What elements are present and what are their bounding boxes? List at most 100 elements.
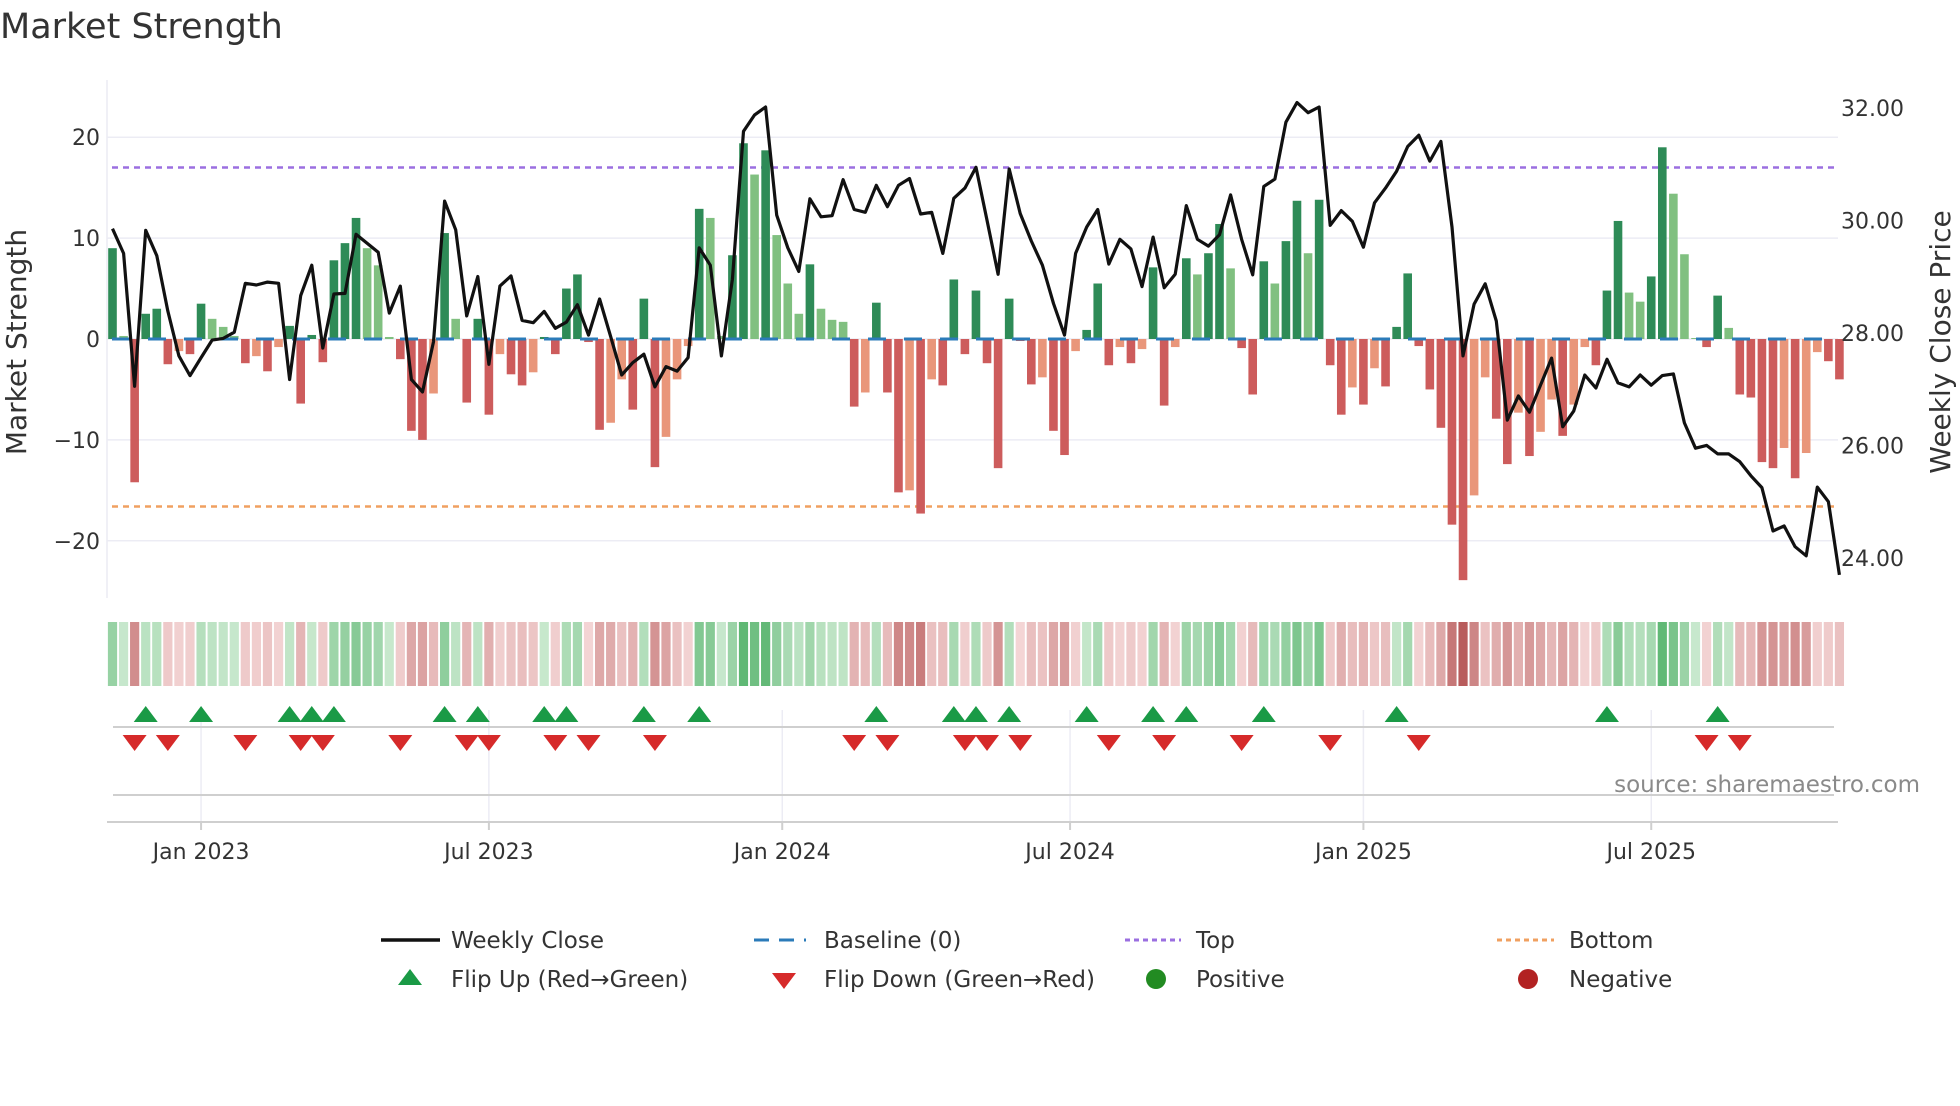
heatmap-cell (207, 622, 217, 686)
heatmap-cell (1303, 622, 1313, 686)
heatmap-cell (417, 622, 428, 686)
heatmap-cell (1059, 622, 1070, 686)
heatmap-cell (772, 622, 782, 686)
heatmap-cell (495, 622, 505, 686)
heatmap-cell (1347, 622, 1357, 686)
strength-bar (772, 235, 781, 339)
heatmap-cell (262, 622, 273, 686)
strength-bar (949, 279, 959, 339)
strength-bar (462, 339, 472, 403)
heatmap-cell (152, 622, 162, 686)
strength-bar (1635, 301, 1645, 339)
heatmap-cell (594, 622, 605, 686)
strength-bar (1480, 339, 1490, 378)
strength-bars (108, 143, 1844, 581)
strength-bar (1215, 223, 1224, 339)
legend-label: Weekly Close (451, 928, 604, 954)
strength-bar (761, 150, 770, 339)
strength-bar (1370, 339, 1379, 369)
heatmap-cell (1624, 622, 1634, 686)
heatmap-cell (196, 622, 206, 686)
heatmap-cell (904, 622, 915, 686)
heatmap-cell (738, 622, 749, 686)
flip-down-marker (842, 735, 867, 751)
flip-up-marker (277, 706, 302, 722)
strength-bar (1680, 254, 1689, 339)
flip-down-marker (642, 735, 667, 751)
flip-up-marker (941, 706, 966, 722)
heatmap-cell (1790, 622, 1800, 686)
flip-down-marker (476, 735, 501, 751)
heatmap-cell (1613, 622, 1623, 686)
strength-bar (993, 339, 1003, 469)
flip-up-marker (554, 706, 579, 722)
heatmap-cell (1646, 622, 1656, 686)
heatmap-cell (561, 622, 571, 686)
heatmap-cell (373, 622, 383, 686)
strength-bar (805, 264, 815, 339)
strength-bar (274, 339, 283, 348)
heatmap-cell (1225, 622, 1236, 686)
strength-bar (1204, 253, 1213, 339)
heatmap-cell (694, 622, 704, 686)
strength-bar (451, 318, 460, 339)
heatmap-cell (927, 622, 937, 686)
flip-down-marker (1694, 735, 1719, 751)
strength-bar (938, 339, 948, 386)
heatmap-cell (141, 622, 151, 686)
heatmap-cell (1823, 622, 1833, 686)
heatmap-cell (1558, 622, 1568, 686)
source-credit: source: sharemaestro.com (1614, 772, 1920, 798)
heatmap-cell (982, 622, 992, 686)
strength-bar (1447, 339, 1457, 525)
flip-down-marker (122, 735, 147, 751)
heatmap-cell (351, 622, 361, 686)
heatmap-cell (1757, 622, 1767, 686)
heatmap-cell (1048, 622, 1059, 686)
strength-bar (1646, 276, 1656, 339)
flip-up-marker (687, 706, 712, 722)
heatmap-cell (639, 622, 649, 686)
heatmap-cell (1746, 622, 1756, 686)
legend: Weekly Close Baseline (0) Top Bottom Fli… (381, 928, 1672, 993)
strength-bar (1768, 339, 1778, 469)
strength-bar (1790, 339, 1800, 479)
strength-bar (285, 325, 294, 339)
flip-up-marker (1594, 706, 1619, 722)
legend-item-baseline: Baseline (0) (754, 928, 961, 954)
strength-bar (838, 321, 848, 339)
flip-down-marker (975, 735, 1000, 751)
x-tick-label: Jul 2023 (442, 840, 534, 865)
heatmap-cell (130, 622, 140, 686)
strength-bar (1148, 267, 1158, 339)
heatmap-cell (1602, 622, 1612, 686)
heatmap-cell (1535, 622, 1546, 686)
heatmap-cell (406, 622, 416, 686)
strength-bar (517, 339, 527, 386)
strength-bar (1746, 339, 1756, 398)
strength-bar (1669, 193, 1678, 339)
heatmap-cell (1137, 622, 1147, 686)
heatmap-cell (1436, 622, 1446, 686)
strength-bar (1004, 298, 1014, 339)
x-tick-label: Jan 2025 (1313, 840, 1412, 865)
heatmap-cell (617, 622, 627, 686)
heatmap-cell (251, 622, 262, 686)
flip-up-marker (963, 706, 988, 722)
y-tick-label: −10 (54, 429, 100, 454)
strength-bar (650, 339, 660, 468)
strength-bar (396, 339, 405, 360)
heatmap-cell (107, 622, 118, 686)
heatmap-cell (805, 622, 815, 686)
y2-axis-label: Weekly Close Price (1924, 210, 1957, 473)
strength-bar (207, 318, 217, 339)
heatmap-cell (949, 622, 959, 686)
heatmap-cell (1325, 622, 1335, 686)
strength-bar (750, 174, 759, 339)
flip-up-marker (1174, 706, 1199, 722)
strength-bar (473, 318, 483, 339)
strength-bar (252, 339, 261, 357)
strength-bar (1801, 339, 1811, 454)
heatmap-cell (1214, 622, 1225, 686)
strength-bar (883, 339, 892, 393)
